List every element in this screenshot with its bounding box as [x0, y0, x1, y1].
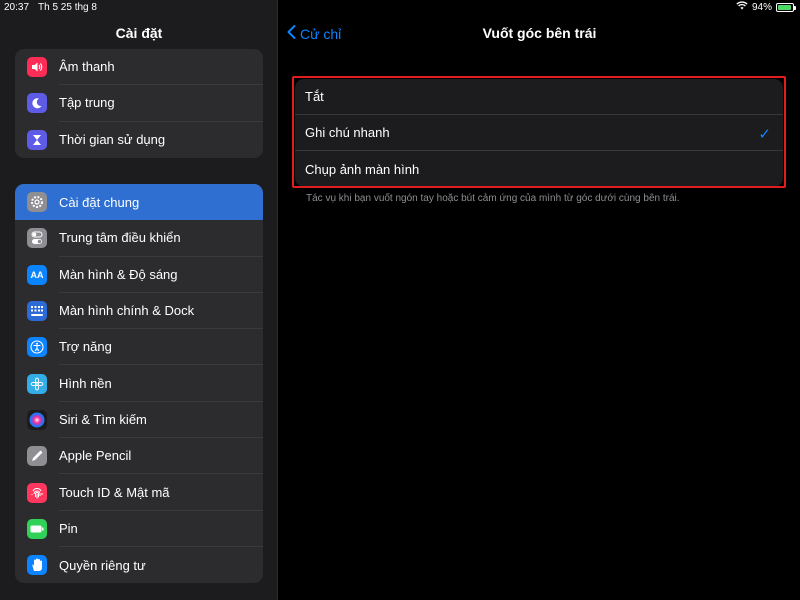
option-label: Chụp ảnh màn hình [305, 161, 420, 177]
sidebar-item-fingerprint[interactable]: Touch ID & Mật mã [15, 474, 263, 511]
option-label: Ghi chú nhanh [305, 125, 390, 140]
hand-icon [27, 555, 47, 576]
status-date: Th 5 25 thg 8 [38, 2, 97, 13]
sidebar-item-label: Tập trung [59, 85, 263, 122]
option-row[interactable]: Ghi chú nhanh ✓ [295, 115, 783, 151]
sidebar-item-label: Siri & Tìm kiếm [59, 402, 263, 439]
pencil-icon [27, 446, 47, 467]
toggles-icon [27, 228, 47, 249]
sidebar: Cài đặt Âm thanh Tập trung Thời gian sử dụ… [0, 0, 278, 600]
sidebar-item-speaker[interactable]: Âm thanh [15, 49, 263, 86]
sidebar-item-gear[interactable]: Cài đặt chung [15, 184, 263, 221]
sidebar-title: Cài đặt [115, 25, 163, 41]
status-right: 94% [736, 1, 796, 13]
hourglass-icon [27, 129, 47, 150]
speaker-icon [27, 57, 47, 78]
sidebar-item-label: Trợ năng [59, 329, 263, 366]
sidebar-item-pencil[interactable]: Apple Pencil [15, 438, 263, 475]
battery-icon [776, 2, 796, 12]
sidebar-item-label: Hình nền [59, 365, 263, 402]
checkmark-icon: ✓ [758, 126, 771, 143]
sidebar-item-hand[interactable]: Quyền riêng tư [15, 547, 263, 583]
sidebar-item-hourglass[interactable]: Thời gian sử dụng [15, 122, 263, 158]
sidebar-item-label: Pin [59, 511, 263, 547]
moon-icon [27, 93, 47, 114]
sidebar-item-label: Thời gian sử dụng [59, 132, 166, 148]
battery-icon [27, 518, 47, 539]
battery-percent: 94% [751, 1, 772, 13]
sidebar-item-battery[interactable]: Pin [15, 511, 263, 547]
sidebar-item-label: Âm thanh [59, 49, 263, 86]
gear-icon [27, 192, 47, 213]
status-bar: 20:37 Th 5 25 thg 8 94% [0, 0, 800, 14]
wifi-icon [736, 1, 748, 13]
sidebar-item-siri[interactable]: Siri & Tìm kiếm [15, 402, 263, 439]
sidebar-item-label: Cài đặt chung [59, 194, 140, 210]
sidebar-group-2: Cài đặt chung Trung tâm điều khiển AA Màn h… [15, 184, 263, 583]
sidebar-item-home-grid[interactable]: Màn hình chính & Dock [15, 293, 263, 330]
siri-icon [27, 409, 47, 430]
fingerprint-icon [27, 482, 47, 503]
footer-note: Tác vụ khi bạn vuốt ngón tay hoặc bút cả… [306, 193, 680, 204]
sidebar-item-moon[interactable]: Tập trung [15, 85, 263, 122]
sidebar-item-label: Apple Pencil [59, 438, 263, 475]
sidebar-item-label: Màn hình & Độ sáng [59, 257, 263, 293]
sidebar-item-accessibility[interactable]: Trợ năng [15, 329, 263, 366]
option-row[interactable]: Tắt [295, 79, 783, 115]
option-row[interactable]: Chụp ảnh màn hình [295, 151, 783, 187]
sidebar-item-toggles[interactable]: Trung tâm điều khiển [15, 220, 263, 257]
main-pane: Cử chỉ Vuốt góc bên trái Tắt Ghi chú nhan… [279, 0, 800, 600]
accessibility-icon [27, 337, 47, 358]
status-time: 20:37 [4, 2, 30, 13]
sidebar-item-label: Touch ID & Mật mã [59, 474, 263, 511]
sidebar-item-label: Trung tâm điều khiển [59, 220, 263, 257]
page-title: Vuốt góc bên trái [482, 25, 597, 41]
sidebar-item-label: Màn hình chính & Dock [59, 293, 263, 330]
option-label: Tắt [305, 89, 324, 104]
sidebar-item-wallpaper-flower[interactable]: Hình nền [15, 365, 263, 402]
text-size-icon: AA [27, 264, 47, 285]
sidebar-item-text-size[interactable]: AA Màn hình & Độ sáng [15, 257, 263, 293]
wallpaper-flower-icon [27, 373, 47, 394]
sidebar-group-1: Âm thanh Tập trung Thời gian sử dụng [15, 49, 263, 158]
home-grid-icon [27, 301, 47, 322]
sidebar-item-label: Quyền riêng tư [59, 557, 146, 573]
options-list: Tắt Ghi chú nhanh ✓ Chụp ảnh màn hình [295, 79, 783, 187]
